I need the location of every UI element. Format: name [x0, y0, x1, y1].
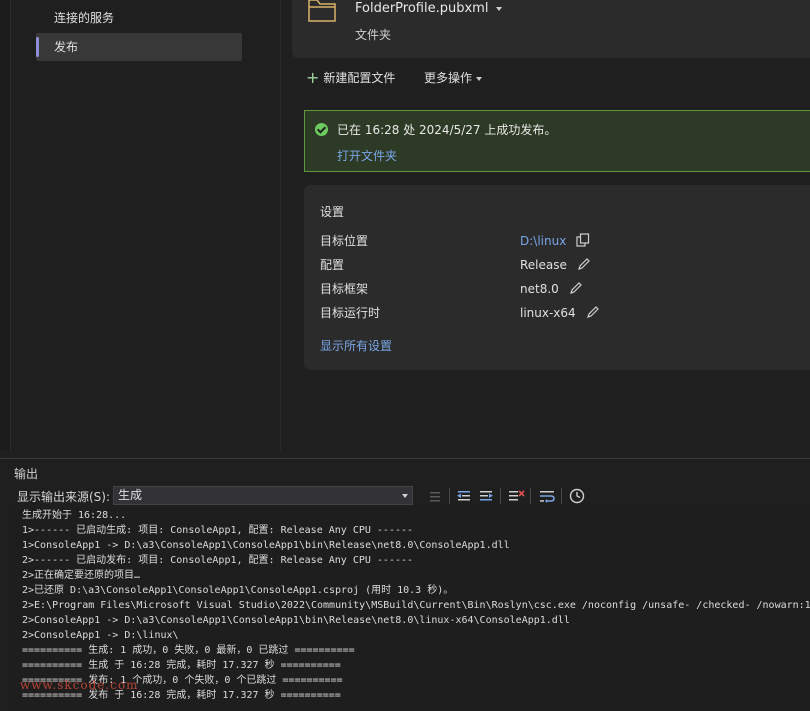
new-profile-label: 新建配置文件	[323, 71, 396, 85]
settings-label: 目标位置	[320, 234, 369, 248]
toolbar-separator	[530, 488, 531, 504]
watermark: www.skcode.com	[20, 678, 139, 692]
edit-pencil-icon[interactable]	[586, 305, 600, 319]
settings-row-target-runtime: 目标运行时 linux-x64	[320, 303, 800, 323]
show-all-settings-link[interactable]: 显示所有设置	[320, 337, 392, 354]
output-source-select[interactable]: 生成	[113, 486, 413, 505]
output-line: 2>E:\Program Files\Microsoft Visual Stud…	[22, 600, 810, 611]
profile-selector[interactable]: FolderProfile.pubxml	[355, 1, 503, 16]
output-source-label: 显示输出来源(S):	[17, 490, 111, 504]
new-profile-button[interactable]: + 新建配置文件	[306, 68, 395, 88]
output-panel: 输出 显示输出来源(S): 生成 生成开始于 16:28... 1>------…	[0, 458, 810, 711]
profile-name: FolderProfile.pubxml	[355, 1, 489, 16]
output-line: 2>已还原 D:\a3\ConsoleApp1\ConsoleApp1\Cons…	[22, 585, 454, 596]
open-folder-link[interactable]: 打开文件夹	[337, 147, 397, 164]
output-line: 2>正在确定要还原的项目…	[22, 570, 141, 581]
chevron-down-icon	[496, 6, 503, 11]
output-line: 生成开始于 16:28...	[22, 510, 127, 521]
more-actions-label: 更多操作	[424, 71, 473, 85]
target-framework-value: net8.0	[520, 282, 559, 296]
publish-page: 连接的服务 发布 FolderProfile.pubxml 文件夹 + 新建配置文…	[0, 0, 810, 450]
more-actions-button[interactable]: 更多操作	[424, 68, 483, 88]
sidebar-item-publish[interactable]: 发布	[36, 33, 242, 61]
output-line: ========== 生成 于 16:28 完成，耗时 17.327 秒 ===…	[22, 660, 341, 671]
window-edge	[0, 0, 11, 450]
word-wrap-icon[interactable]	[537, 486, 557, 506]
edit-pencil-icon[interactable]	[569, 281, 583, 295]
toolbar-separator	[500, 488, 501, 504]
settings-value-container: net8.0	[520, 279, 583, 299]
output-line: 2>------ 已启动发布: 项目: ConsoleApp1, 配置: Rel…	[22, 555, 414, 566]
output-line: 1>------ 已启动生成: 项目: ConsoleApp1, 配置: Rel…	[22, 525, 414, 536]
sidebar-item-label: 连接的服务	[54, 11, 115, 25]
publish-success-banner: 已在 16:28 处 2024/5/27 上成功发布。 打开文件夹	[304, 110, 810, 172]
next-message-icon[interactable]	[476, 486, 496, 506]
publish-sidebar: 连接的服务 发布	[0, 0, 281, 450]
find-message-icon[interactable]	[425, 486, 445, 506]
settings-value-container: Release	[520, 255, 591, 275]
settings-row-target-location: 目标位置 D:\linux	[320, 231, 800, 251]
settings-row-target-framework: 目标框架 net8.0	[320, 279, 800, 299]
clear-all-icon[interactable]	[506, 486, 526, 506]
chevron-down-icon	[476, 76, 483, 81]
folder-icon	[308, 0, 336, 22]
toolbar-separator	[561, 488, 562, 504]
success-check-icon	[315, 123, 328, 136]
settings-card: 设置 目标位置 D:\linux 配置 Release 目标框架 net8.0 …	[304, 185, 810, 370]
profile-type: 文件夹	[355, 28, 392, 42]
settings-label: 目标框架	[320, 282, 369, 296]
success-message: 已在 16:28 处 2024/5/27 上成功发布。	[337, 123, 557, 137]
output-panel-title: 输出	[14, 467, 39, 481]
sidebar-item-connected-services[interactable]: 连接的服务	[36, 4, 242, 32]
edit-pencil-icon[interactable]	[577, 257, 591, 271]
chevron-down-icon	[402, 494, 408, 498]
clock-icon[interactable]	[567, 486, 587, 506]
settings-label: 配置	[320, 258, 345, 272]
output-line: 1>ConsoleApp1 -> D:\a3\ConsoleApp1\Conso…	[22, 540, 510, 551]
output-line: ========== 生成: 1 成功，0 失败，0 最新，0 已跳过 ====…	[22, 645, 355, 656]
toolbar-separator	[449, 488, 450, 504]
publish-profile-card: FolderProfile.pubxml 文件夹	[292, 0, 810, 58]
sidebar-item-label: 发布	[54, 40, 79, 54]
target-runtime-value: linux-x64	[520, 306, 576, 320]
settings-label: 目标运行时	[320, 306, 381, 320]
plus-icon: +	[306, 68, 320, 87]
target-location-link[interactable]: D:\linux	[520, 234, 566, 248]
previous-message-icon[interactable]	[454, 486, 474, 506]
output-line: 2>ConsoleApp1 -> D:\a3\ConsoleApp1\Conso…	[22, 615, 570, 626]
configuration-value: Release	[520, 258, 567, 272]
settings-value-container: linux-x64	[520, 303, 600, 323]
settings-row-configuration: 配置 Release	[320, 255, 800, 275]
settings-value-container: D:\linux	[520, 231, 590, 251]
settings-title: 设置	[320, 205, 345, 219]
output-source-value: 生成	[118, 488, 143, 502]
copy-icon[interactable]	[576, 233, 590, 247]
output-line: 2>ConsoleApp1 -> D:\linux\	[22, 630, 179, 641]
